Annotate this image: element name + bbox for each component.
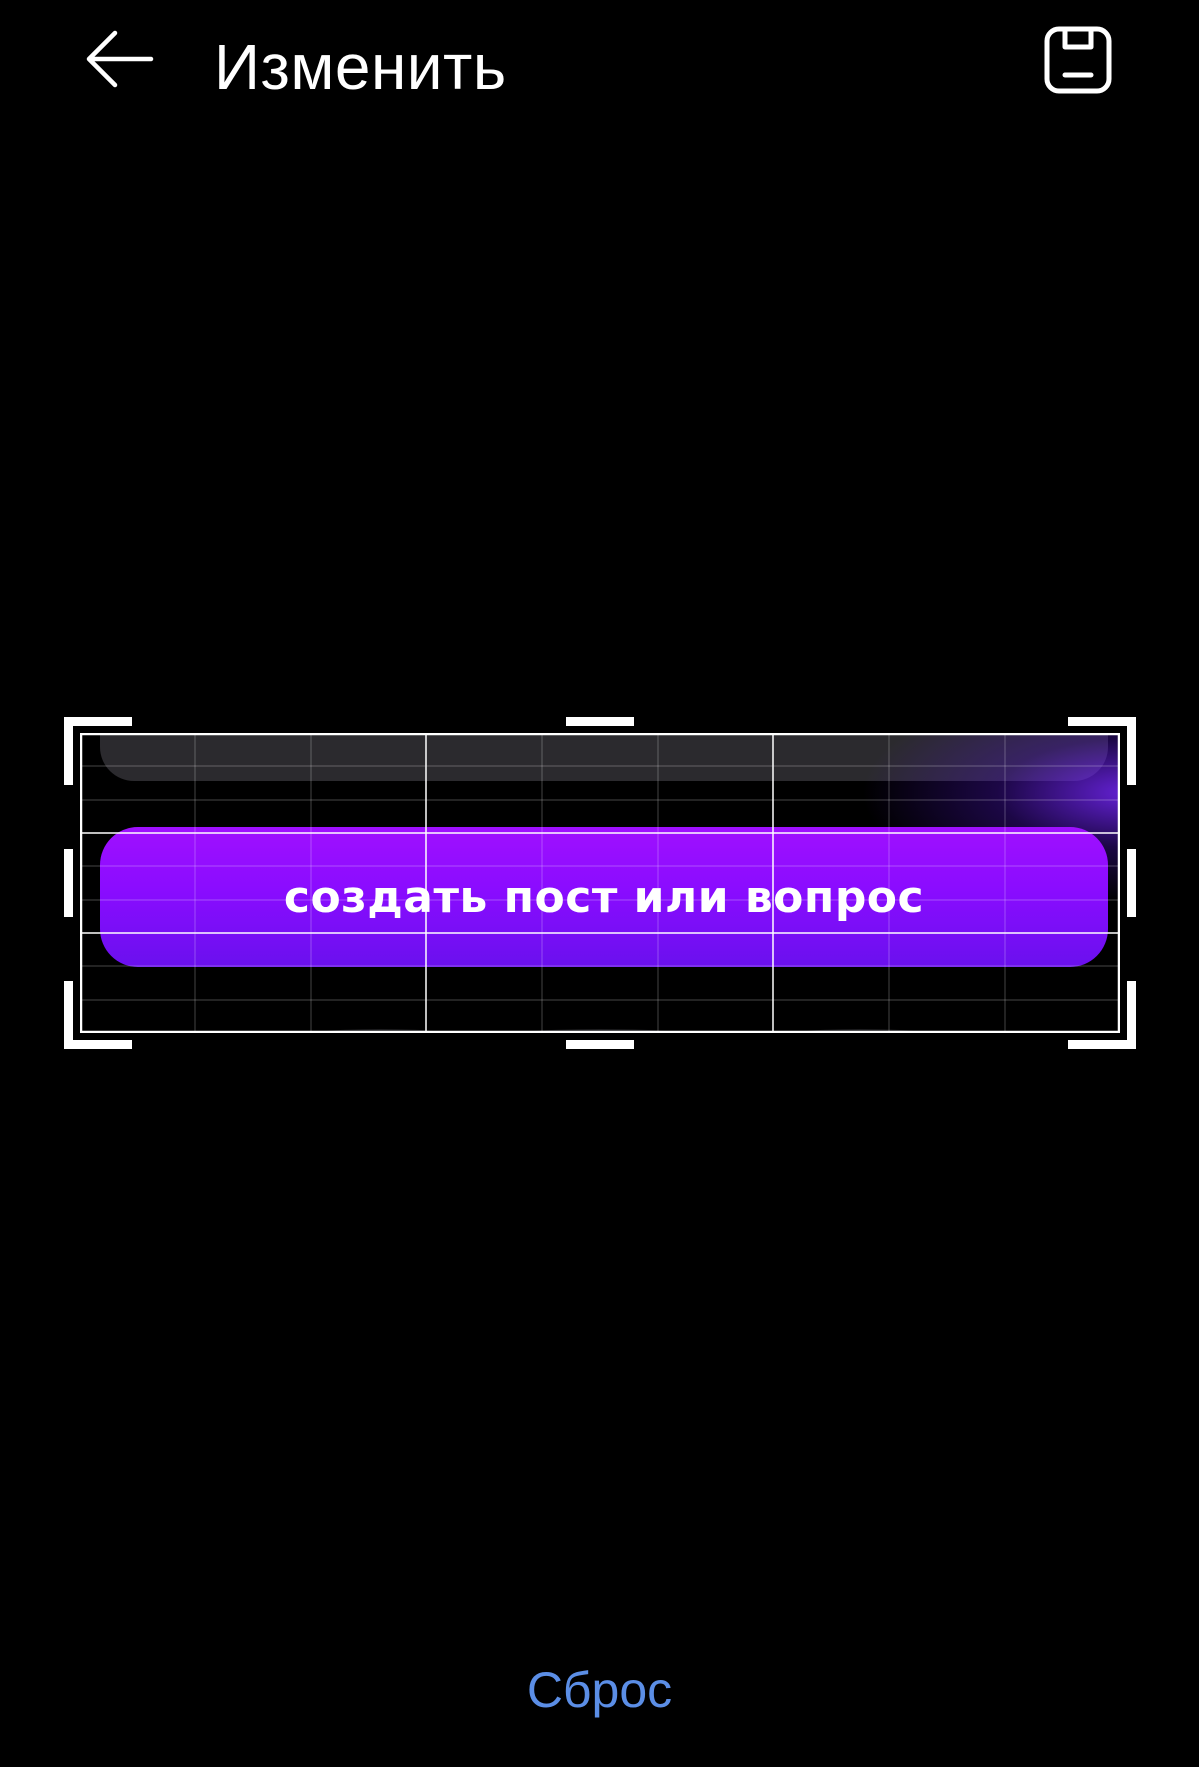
crop-handle-left[interactable] bbox=[64, 849, 73, 917]
crop-handle-top-right[interactable] bbox=[1068, 717, 1136, 785]
crop-handle-right[interactable] bbox=[1127, 849, 1136, 917]
save-icon bbox=[1043, 25, 1113, 100]
save-button[interactable] bbox=[1038, 22, 1118, 102]
arrow-left-icon bbox=[85, 29, 155, 94]
crop-handle-bottom-right[interactable] bbox=[1068, 981, 1136, 1049]
crop-handle-bottom-left[interactable] bbox=[64, 981, 132, 1049]
crop-handle-top-left[interactable] bbox=[64, 717, 132, 785]
page-title: Изменить bbox=[214, 31, 507, 103]
app-bar: Изменить bbox=[0, 0, 1199, 130]
crop-handles bbox=[64, 717, 1136, 1049]
crop-handle-bottom[interactable] bbox=[566, 1040, 634, 1049]
crop-handle-top[interactable] bbox=[566, 717, 634, 726]
crop-area[interactable]: создать пост или вопрос bbox=[64, 717, 1136, 1049]
reset-button[interactable]: Сброс bbox=[0, 1655, 1199, 1725]
back-button[interactable] bbox=[80, 26, 160, 96]
